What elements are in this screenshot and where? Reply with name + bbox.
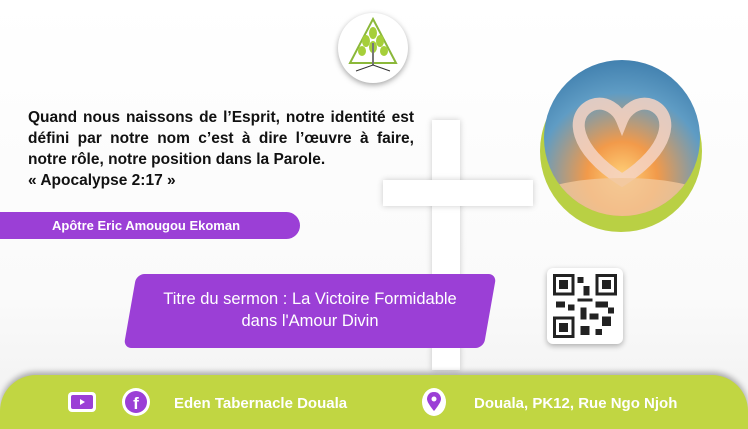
church-name: Eden Tabernacle Douala: [174, 395, 348, 412]
address: Douala, PK12, Rue Ngo Njoh: [474, 395, 678, 412]
facebook-icon[interactable]: f: [122, 388, 150, 416]
qr-code[interactable]: [547, 268, 623, 344]
heart-clouds-image: [544, 60, 700, 216]
svg-text:f: f: [133, 394, 139, 413]
quote-text: Quand nous naissons de l’Esprit, notre i…: [28, 109, 414, 189]
sermon-title: Titre du sermon : La Victoire Formidable…: [163, 290, 457, 330]
author-banner: Apôtre Eric Amougou Ekoman: [0, 212, 300, 239]
church-logo: [338, 13, 408, 83]
youtube-icon[interactable]: [67, 390, 97, 414]
location-pin-icon: [421, 388, 447, 416]
cross-bar: [383, 180, 533, 206]
